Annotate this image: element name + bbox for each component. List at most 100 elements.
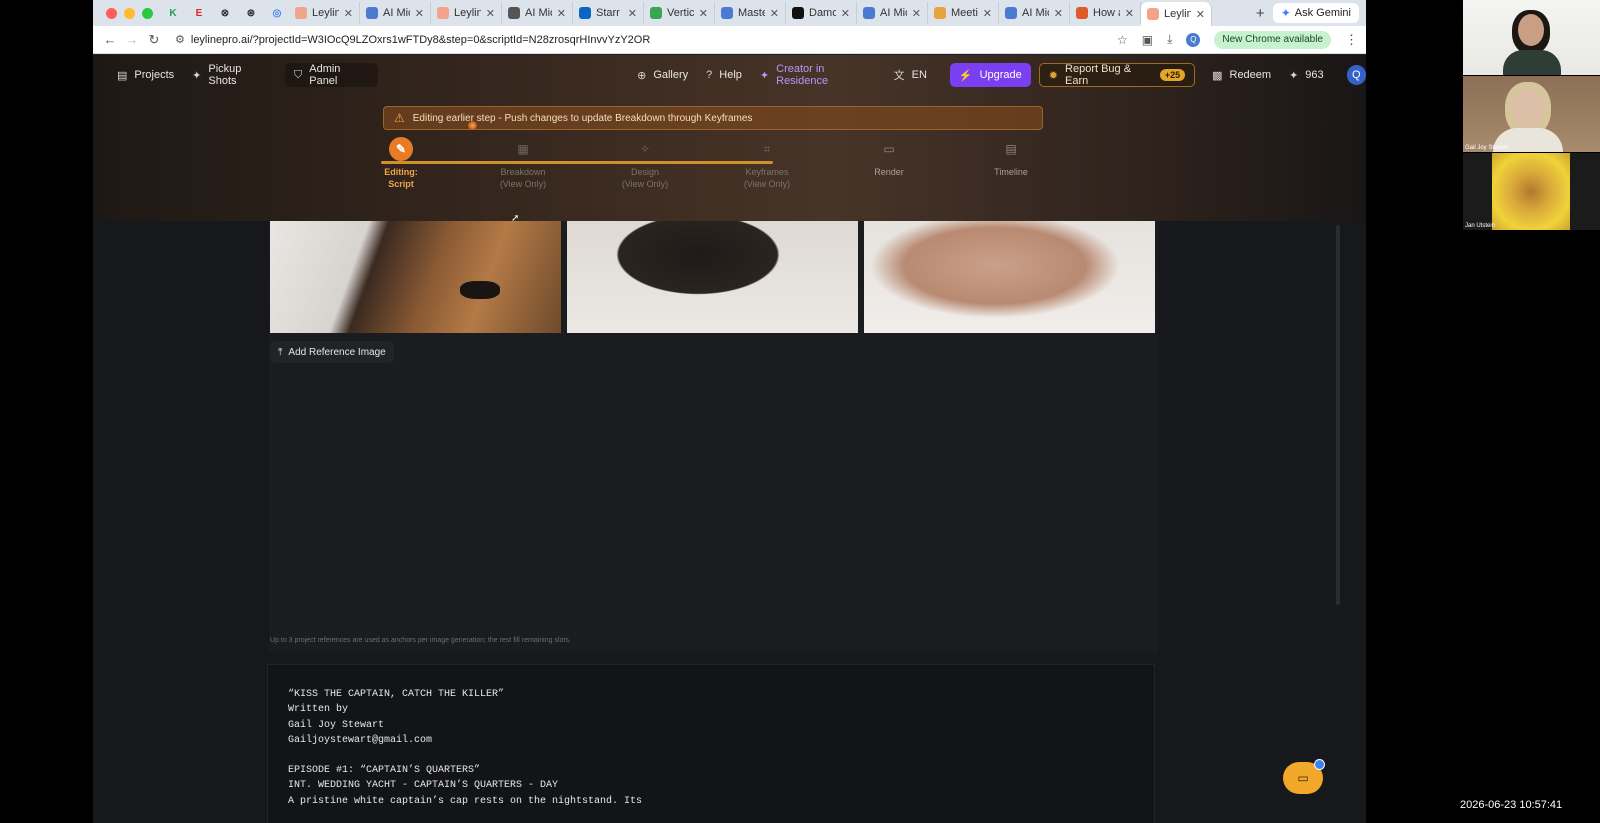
back-icon[interactable]: ← <box>99 32 121 47</box>
tab-label: Vertica <box>667 7 694 19</box>
gemini-icon: ✦ <box>1280 6 1291 20</box>
close-tab-icon[interactable]: ✕ <box>1054 7 1063 20</box>
report-bug-button[interactable]: ✹ Report Bug & Earn +25 <box>1038 63 1196 87</box>
browser-tab[interactable]: Meetin ✕ <box>928 2 999 24</box>
tab-label: AI Micr <box>383 7 410 19</box>
editing-warning-banner: ⚠ Editing earlier step - Push changes to… <box>383 106 1043 130</box>
profile-avatar[interactable]: Q <box>1186 32 1201 47</box>
close-tab-icon[interactable]: ✕ <box>557 7 566 20</box>
download-icon[interactable]: ⤓ <box>1167 32 1172 47</box>
script-editor[interactable]: “KISS THE CAPTAIN, CATCH THE KILLER” Writ… <box>267 664 1155 823</box>
leyline-icon <box>437 7 449 19</box>
openai-icon[interactable]: ⊗ <box>217 5 233 21</box>
crop-icon: ⌗ <box>763 142 771 156</box>
browser-tab[interactable]: AI Micr ✕ <box>502 2 573 24</box>
step-breakdown[interactable]: ▦ Breakdown (View Only) <box>483 137 563 190</box>
reference-image[interactable] <box>864 221 1155 333</box>
browser-tab[interactable]: Damon ✕ <box>786 2 857 24</box>
close-tab-icon[interactable]: ✕ <box>770 7 779 20</box>
reference-image[interactable] <box>270 221 561 333</box>
participant-face <box>1518 14 1544 46</box>
ai-icon <box>1005 7 1017 19</box>
redeem-button[interactable]: ▩ Redeem <box>1203 63 1280 87</box>
leyline-icon <box>295 7 307 19</box>
warning-icon: ⚠ <box>394 111 405 125</box>
zoom-window-button[interactable] <box>142 7 153 19</box>
add-reference-image-button[interactable]: ⤒ Add Reference Image <box>270 341 394 363</box>
nav-creator-in-residence[interactable]: ✦ Creator in Residence <box>751 63 885 87</box>
close-tab-icon[interactable]: ✕ <box>699 7 708 20</box>
user-avatar[interactable]: Q <box>1346 65 1366 85</box>
browser-tab[interactable]: AI Micr ✕ <box>360 2 431 24</box>
video-tile-self[interactable] <box>1463 0 1600 75</box>
video-tile-participant[interactable]: Jan Utstein <box>1463 153 1600 230</box>
minimize-window-button[interactable] <box>124 7 135 19</box>
nav-pickup-shots-label: Pickup Shots <box>208 63 242 87</box>
step-keyframes[interactable]: ⌗ Keyframes (View Only) <box>727 137 807 190</box>
browser-tab[interactable]: Starr K ✕ <box>573 2 644 24</box>
script-line: Written by <box>288 704 349 716</box>
nav-projects[interactable]: ▤ Projects <box>108 63 183 87</box>
new-tab-button[interactable]: + <box>1248 5 1273 22</box>
chrome-icon[interactable]: ◎ <box>269 5 285 21</box>
browser-tab[interactable]: Vertica ✕ <box>644 2 715 24</box>
close-tab-icon[interactable]: ✕ <box>841 7 850 20</box>
bookmark-star-icon[interactable]: ☆ <box>1117 33 1128 47</box>
credits-counter[interactable]: ✦ 963 <box>1280 63 1333 87</box>
e-icon[interactable]: E <box>191 5 207 21</box>
redeem-label: Redeem <box>1229 69 1272 81</box>
new-chrome-available-button[interactable]: New Chrome available <box>1214 30 1331 49</box>
reference-image[interactable] <box>567 221 858 333</box>
step-editing[interactable]: ✎ Editing: Script <box>361 137 441 190</box>
drive-icon <box>650 7 662 19</box>
close-tab-icon[interactable]: ✕ <box>628 7 637 20</box>
close-tab-icon[interactable]: ✕ <box>1125 7 1134 20</box>
close-window-button[interactable] <box>106 7 117 19</box>
browser-tab[interactable]: Leyline ✕ <box>431 2 502 24</box>
close-tab-icon[interactable]: ✕ <box>344 7 353 20</box>
close-tab-icon[interactable]: ✕ <box>415 7 424 20</box>
browser-tab[interactable]: Leyline ✕ <box>289 2 360 24</box>
tab-strip: Leyline ✕ AI Micr ✕ Leyline ✕ AI Micr ✕ Starr K ✕… <box>289 0 1248 26</box>
sparkle-icon: ✦ <box>192 69 202 82</box>
browser-tab[interactable]: AI Micr ✕ <box>999 2 1070 24</box>
browser-tab[interactable]: Leyline ✕ <box>1141 2 1212 26</box>
step-render[interactable]: ▭ Render <box>849 137 929 178</box>
browser-tab[interactable]: Master ✕ <box>715 2 786 24</box>
design-icon: ✧ <box>639 142 651 156</box>
step-timeline[interactable]: ▤ Timeline <box>971 137 1051 178</box>
nav-help-label: Help <box>719 69 742 81</box>
close-tab-icon[interactable]: ✕ <box>912 7 921 20</box>
upgrade-button[interactable]: ⚡ Upgrade <box>949 63 1031 87</box>
linkedin-icon <box>579 7 591 19</box>
site-info-icon[interactable]: ⚙ <box>175 33 185 46</box>
language-selector[interactable]: 文 EN <box>885 63 936 87</box>
url-field[interactable]: ⚙ leylinepro.ai/?projectId=W3IOcQ9LZOxrs… <box>175 29 1117 51</box>
url-text: leylinepro.ai/?projectId=W3IOcQ9LZOxrs1w… <box>190 33 651 46</box>
step-design[interactable]: ✧ Design (View Only) <box>605 137 685 190</box>
close-tab-icon[interactable]: ✕ <box>983 7 992 20</box>
k-icon[interactable]: K <box>165 5 181 21</box>
add-reference-label: Add Reference Image <box>288 346 386 358</box>
nav-pickup-shots[interactable]: ✦ Pickup Shots <box>183 63 279 87</box>
nav-gallery[interactable]: ⊕ Gallery <box>628 63 697 87</box>
browser-tab[interactable]: How a ✕ <box>1070 2 1141 24</box>
nav-admin-panel[interactable]: ⛉ Admin Panel <box>284 63 379 87</box>
reload-icon[interactable]: ↻ <box>143 32 165 48</box>
forward-icon[interactable]: → <box>121 32 143 47</box>
close-tab-icon[interactable]: ✕ <box>1196 8 1205 21</box>
video-tile-participant[interactable]: Gail Joy Stewart <box>1463 76 1600 152</box>
nav-gallery-label: Gallery <box>653 69 689 81</box>
ask-gemini-button[interactable]: ✦ Ask Gemini <box>1272 3 1359 23</box>
screen-share-icon[interactable]: ▣ <box>1142 33 1153 47</box>
tab-label: AI Micr <box>525 7 552 19</box>
browser-tab[interactable]: AI Micr ✕ <box>857 2 928 24</box>
reference-images-panel: ⤒ Add Reference Image Up to 3 project re… <box>269 221 1158 653</box>
script-line: INT. WEDDING YACHT - CAPTAIN’S QUARTERS … <box>288 780 559 792</box>
chatgpt-icon[interactable]: ⊛ <box>243 5 259 21</box>
close-tab-icon[interactable]: ✕ <box>486 7 495 20</box>
page-scrollbar[interactable] <box>1336 225 1340 605</box>
pinned-tabs: K E ⊗ ⊛ ◎ <box>161 5 289 21</box>
nav-help[interactable]: ? Help <box>697 63 751 87</box>
menu-kebab-icon[interactable]: ⋮ <box>1345 32 1358 48</box>
